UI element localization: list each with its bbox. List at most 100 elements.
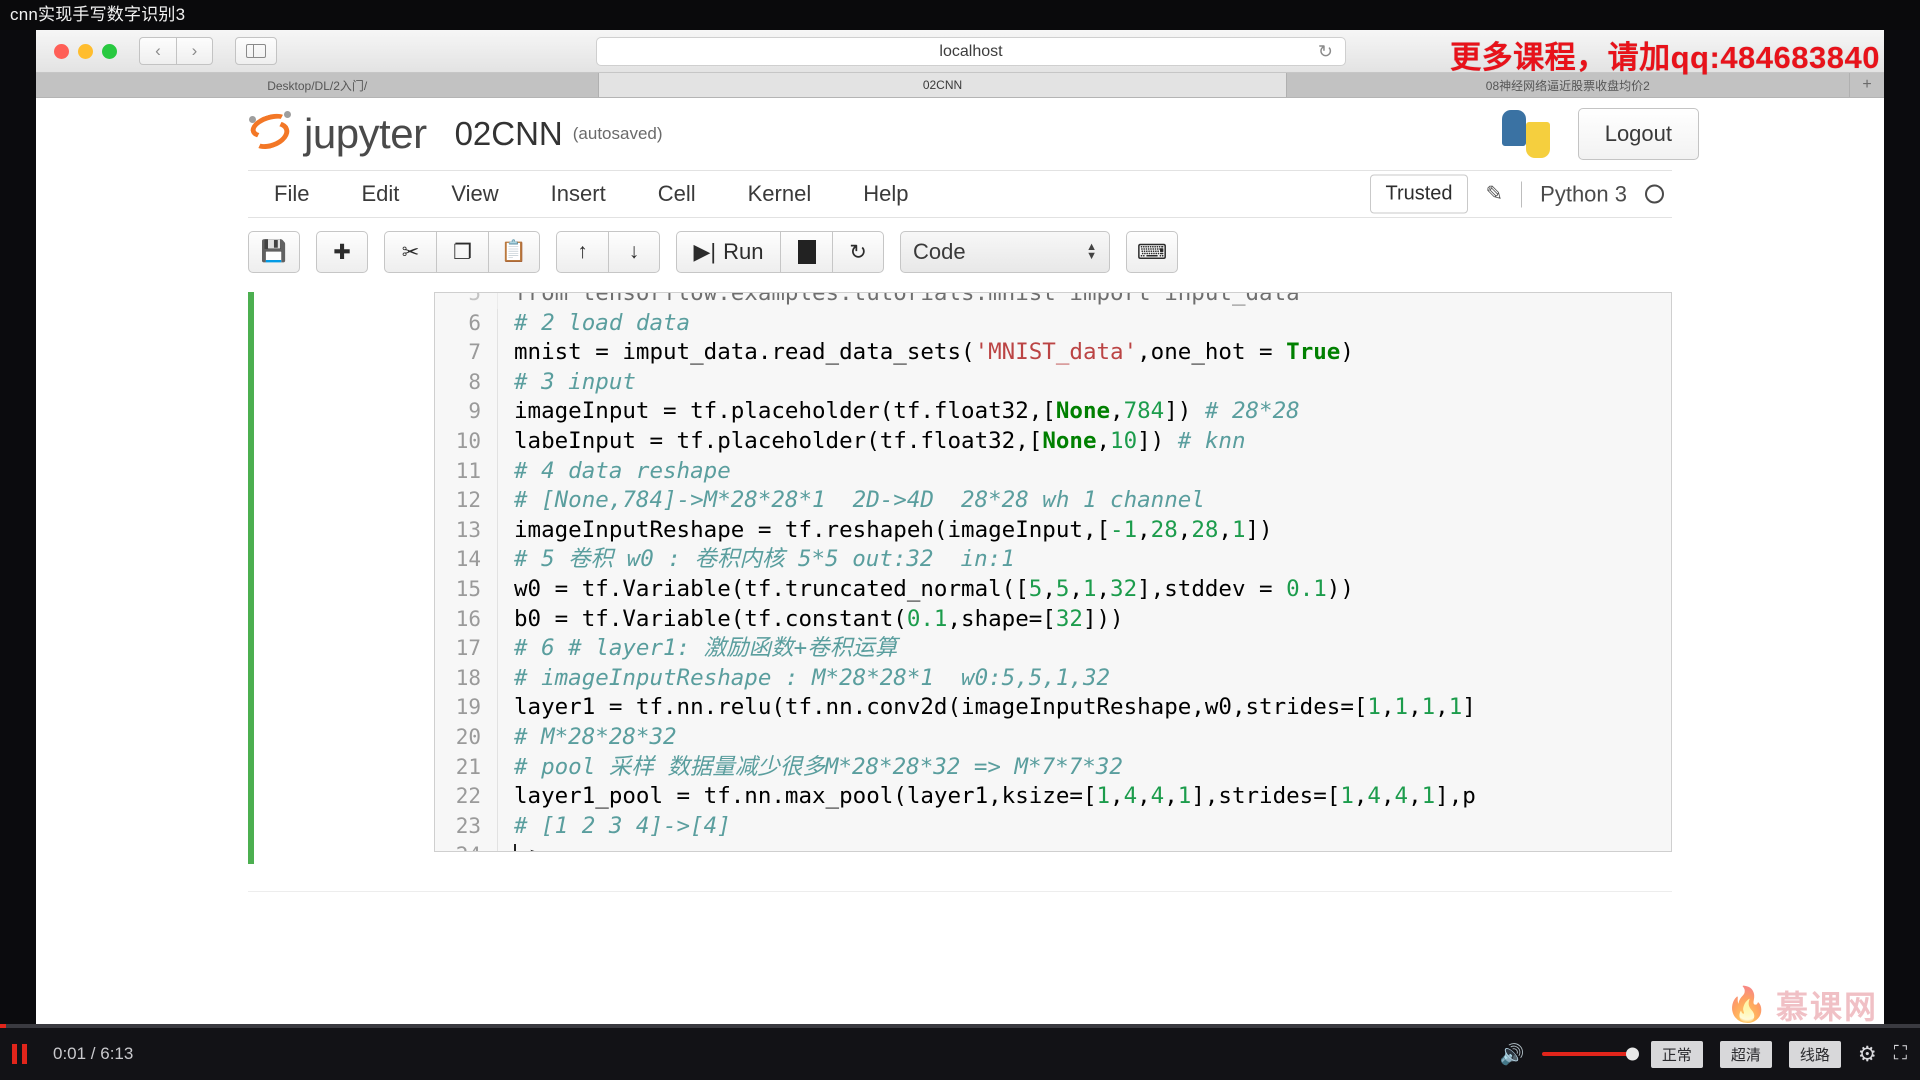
code-line-text: # imageInputReshape : M*28*28*1 w0:5,5,1… bbox=[497, 663, 1671, 694]
code-line-text: labeInput = tf.placeholder(tf.float32,[N… bbox=[497, 426, 1671, 457]
maximize-window-icon[interactable] bbox=[102, 43, 117, 59]
line-number: 11 bbox=[455, 458, 481, 483]
code-line-text: # 2 load data bbox=[497, 308, 1671, 339]
code-line-text: # pool 采样 数据量减少很多M*28*28*32 => M*7*7*32 bbox=[497, 752, 1671, 783]
cell-type-select[interactable]: Code ▲ ▼ bbox=[900, 231, 1110, 273]
command-palette-button[interactable]: ⌨ bbox=[1126, 231, 1178, 273]
safari-browser-window: ‹ › localhost ↻ Desktop/DL/2入门/ 02CNN 08… bbox=[36, 30, 1884, 1042]
interrupt-kernel-button[interactable] bbox=[780, 231, 832, 273]
code-line: 6 # 2 load data bbox=[435, 308, 1671, 339]
toolbar-group-add: ✚ bbox=[316, 231, 368, 273]
move-cell-up-button[interactable]: ↑ bbox=[556, 231, 608, 273]
selected-code-cell[interactable]: 5 from tensorflow.examples.tutorials.mnis… bbox=[248, 292, 1672, 864]
menu-edit[interactable]: Edit bbox=[335, 171, 425, 217]
chevron-updown-icon: ▲ ▼ bbox=[1086, 241, 1097, 262]
run-icon: ▶| bbox=[693, 239, 717, 264]
code-line-text: # 5 卷积 w0 : 卷积内核 5*5 out:32 in:1 bbox=[497, 545, 1671, 575]
code-line-text: w0 = tf.Variable(tf.truncated_normal([5,… bbox=[497, 574, 1671, 605]
save-button[interactable]: 💾 bbox=[248, 231, 300, 273]
reload-icon[interactable]: ↻ bbox=[1318, 41, 1333, 62]
line-number: 10 bbox=[455, 428, 481, 453]
code-line: 9 imageInput = tf.placeholder(tf.float32,… bbox=[435, 397, 1671, 427]
menubar-divider bbox=[1521, 181, 1523, 207]
jupyter-logo[interactable]: jupyter bbox=[246, 109, 427, 158]
close-window-icon[interactable] bbox=[54, 43, 69, 59]
cut-cell-button[interactable]: ✂ bbox=[384, 231, 436, 273]
code-line-text: from tensorflow.examples.tutorials.mnist… bbox=[497, 293, 1671, 309]
line-number: 13 bbox=[455, 517, 481, 542]
code-line: 7 mnist = imput_data.read_data_sets('MNIS… bbox=[435, 338, 1671, 368]
menu-kernel[interactable]: Kernel bbox=[722, 171, 838, 217]
code-line: 20 # M*28*28*32 bbox=[435, 722, 1671, 753]
jupyter-notebook-page: jupyter 02CNN (autosaved) Logout File Ed… bbox=[36, 98, 1884, 1042]
notebook-name[interactable]: 02CNN bbox=[455, 115, 563, 153]
code-line-text: # 6 # layer1: 激励函数+卷积运算 bbox=[497, 634, 1671, 664]
line-number: 18 bbox=[455, 665, 481, 690]
copy-cell-button[interactable]: ❐ bbox=[436, 231, 488, 273]
toolbar-group-move: ↑ ↓ bbox=[556, 231, 660, 273]
line-number: 20 bbox=[455, 724, 481, 749]
menu-help[interactable]: Help bbox=[837, 171, 934, 217]
minimize-window-icon[interactable] bbox=[78, 43, 93, 59]
route-button[interactable]: 线路 bbox=[1788, 1040, 1841, 1068]
line-number: 12 bbox=[455, 488, 481, 513]
code-line: 11 # 4 data reshape bbox=[435, 456, 1671, 487]
line-number: 24 bbox=[435, 841, 497, 851]
code-line-text: layer1 = tf.nn.relu(tf.nn.conv2d(imageIn… bbox=[497, 693, 1671, 723]
jupyter-header: jupyter 02CNN (autosaved) Logout bbox=[36, 98, 1884, 170]
browser-tab-1[interactable]: 02CNN bbox=[599, 73, 1287, 97]
back-button[interactable]: ‹ bbox=[139, 37, 176, 65]
settings-gear-icon[interactable]: ⚙ bbox=[1858, 1042, 1877, 1067]
code-line-list: 5 from tensorflow.examples.tutorials.mnis… bbox=[435, 293, 1671, 851]
insert-cell-button[interactable]: ✚ bbox=[316, 231, 368, 273]
address-bar[interactable]: localhost ↻ bbox=[596, 37, 1346, 66]
toolbar-group-save: 💾 bbox=[248, 231, 300, 273]
quality-hd-button[interactable]: 超清 bbox=[1719, 1040, 1772, 1068]
code-line: 8 # 3 input bbox=[435, 367, 1671, 398]
letterbox-gutter-left bbox=[0, 30, 36, 1042]
trusted-badge[interactable]: Trusted bbox=[1370, 174, 1468, 214]
forward-button[interactable]: › bbox=[176, 37, 213, 65]
volume-knob[interactable] bbox=[1625, 1047, 1639, 1061]
menu-cell[interactable]: Cell bbox=[632, 171, 722, 217]
volume-slider[interactable] bbox=[1541, 1047, 1639, 1061]
logout-button[interactable]: Logout bbox=[1577, 108, 1699, 160]
run-cell-button[interactable]: ▶| Run bbox=[676, 231, 780, 273]
browser-nav-buttons: ‹ › bbox=[139, 37, 213, 65]
menubar-right-status: Trusted ✎ Python 3 bbox=[1370, 174, 1664, 214]
browser-tab-0[interactable]: Desktop/DL/2入门/ bbox=[36, 73, 600, 97]
code-line-text: # [None,784]->M*28*28*1 2D->4D 28*28 wh … bbox=[497, 486, 1671, 516]
video-title-caption: cnn实现手写数字识别3 bbox=[0, 0, 1920, 30]
fullscreen-icon[interactable]: ⛶ bbox=[1894, 1043, 1907, 1065]
quality-normal-button[interactable]: 正常 bbox=[1650, 1040, 1703, 1068]
notebook-save-status: (autosaved) bbox=[572, 124, 663, 143]
notebook-cell-area: 5 from tensorflow.examples.tutorials.mnis… bbox=[248, 292, 1672, 892]
code-editor[interactable]: 5 from tensorflow.examples.tutorials.mnis… bbox=[434, 292, 1672, 852]
move-cell-down-button[interactable]: ↓ bbox=[608, 231, 660, 273]
menu-file[interactable]: File bbox=[248, 171, 335, 217]
pause-button[interactable] bbox=[12, 1044, 27, 1064]
line-number: 22 bbox=[455, 784, 481, 809]
sidebar-toggle-button[interactable] bbox=[235, 37, 277, 65]
kernel-name-label: Python 3 bbox=[1540, 181, 1627, 206]
restart-kernel-button[interactable]: ↻ bbox=[832, 231, 884, 273]
code-line-text: # 4 data reshape bbox=[497, 456, 1671, 487]
menu-view[interactable]: View bbox=[425, 171, 524, 217]
code-line: 19 layer1 = tf.nn.relu(tf.nn.conv2d(image… bbox=[435, 693, 1671, 723]
line-number: 23 bbox=[455, 813, 481, 838]
cell-type-value: Code bbox=[913, 239, 966, 264]
paste-cell-button[interactable]: 📋 bbox=[488, 231, 540, 273]
pencil-icon[interactable]: ✎ bbox=[1486, 182, 1504, 207]
toolbar-group-keyboard: ⌨ bbox=[1126, 231, 1178, 273]
address-bar-text: localhost bbox=[939, 42, 1003, 60]
line-number: 6 bbox=[468, 310, 481, 335]
flame-icon: 🔥 bbox=[1725, 986, 1768, 1024]
volume-icon[interactable]: 🔊 bbox=[1500, 1042, 1525, 1067]
code-line-text: ➤ bbox=[497, 841, 1671, 851]
menu-insert[interactable]: Insert bbox=[525, 171, 632, 217]
run-label: Run bbox=[723, 239, 764, 264]
toolbar-group-run: ▶| Run ↻ bbox=[676, 231, 884, 273]
jupyter-menubar: File Edit View Insert Cell Kernel Help T… bbox=[248, 170, 1672, 218]
line-number: 19 bbox=[455, 695, 481, 720]
line-number: 7 bbox=[468, 340, 481, 365]
